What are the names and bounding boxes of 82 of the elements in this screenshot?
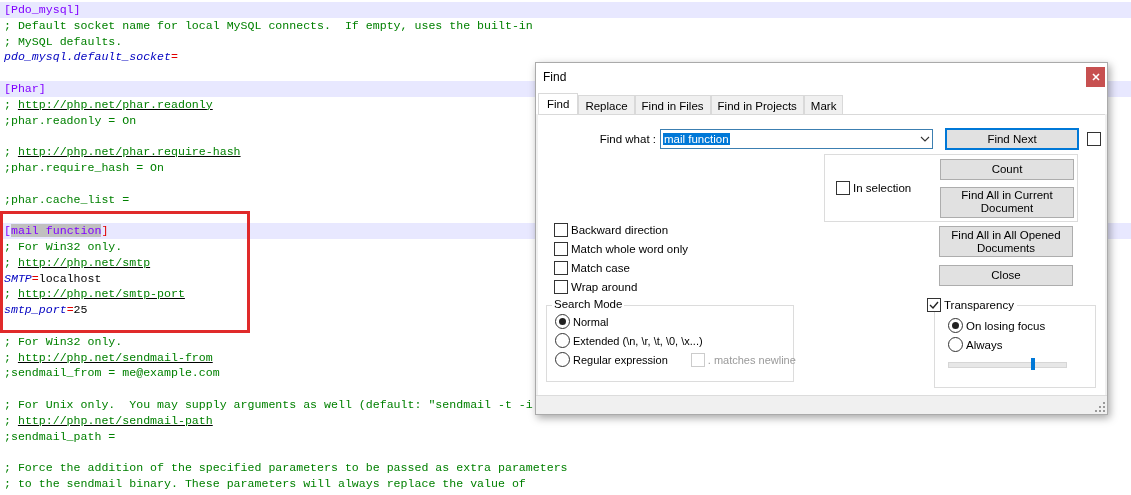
code-comment: ;phar.require_hash = On [4,160,165,174]
equals-sign: = [66,303,74,317]
checkbox-label: Match whole word only [571,243,688,255]
checkbox-label: Wrap around [571,281,638,293]
section-header: [ [4,224,11,238]
group-title: Search Mode [552,298,625,310]
window-title: Find [543,70,567,84]
code-comment: ;phar.readonly = On [4,113,137,127]
radio-label: On losing focus [966,319,1046,332]
tab[interactable]: Replace [578,95,635,114]
code-link[interactable]: http://php.net/phar.require-hash [17,145,241,159]
radio-button[interactable] [948,337,963,352]
search-combobox[interactable]: mail function [660,129,933,149]
code-comment: ; [4,255,12,269]
dialog-button[interactable]: Find All in All Opened Documents [939,226,1073,257]
radio-button[interactable] [948,318,963,333]
checkbox-label: Backward direction [571,224,669,236]
setting-value: 25 [73,303,88,317]
checkbox-label: Match case [571,262,630,274]
radio-label: Regular expression [573,353,668,366]
checkbox[interactable] [554,261,568,275]
slider-thumb[interactable] [1031,358,1036,370]
search-match: mail function [10,224,102,238]
dialog-button[interactable]: Close [939,265,1073,286]
code-comment: ; MySQL defaults. [4,34,123,48]
checkbox[interactable] [836,181,850,195]
tab[interactable]: Find [538,93,579,114]
code-comment: ; Force the addition of the specified parameters to be passed as extra parameters [4,461,568,475]
radio-button[interactable] [555,352,570,367]
checkbox[interactable] [1087,132,1101,146]
radio-button[interactable] [555,314,570,329]
code-comment: ; For Unix only. You may supply arguments as well (default: "sendmail -t -i [4,397,533,411]
field-label: Find what : [598,133,657,145]
code-comment: ; For Win32 only. [4,334,123,348]
code-comment: ; [4,287,12,301]
code-link[interactable]: http://php.net/sendmail-path [17,413,213,427]
radio-label: Always [966,338,1003,351]
code-comment: ; [4,413,12,427]
dialog-button[interactable]: Find All in Current Document [940,186,1074,218]
code-comment: ; to the sendmail binary. These parameters will always replace the value of [4,476,526,490]
code-link[interactable]: http://php.net/smtp [17,255,151,269]
setting-key: smtp_port [4,303,67,317]
checkbox[interactable] [554,242,568,256]
code-link[interactable]: http://php.net/sendmail-from [17,350,213,364]
checkbox[interactable] [554,280,568,294]
equals-sign: = [31,271,39,285]
code-comment: ; [4,145,12,159]
setting-key: SMTP [4,271,32,285]
resize-grip-icon[interactable] [1095,402,1105,412]
code-comment: ; [4,350,12,364]
code-comment: ; [4,97,12,111]
checkbox-label: In selection [853,182,912,194]
caret-icon [920,136,930,142]
checkbox-label: Transparency [944,299,1014,311]
radio-label: Extended (\n, \r, \t, \0, \x...) [573,334,703,347]
checkmark-icon [929,300,939,310]
tab[interactable]: Find in Projects [710,95,804,114]
checkbox[interactable] [554,223,568,237]
tab[interactable]: Find in Files [634,95,711,114]
find-next-button[interactable]: Find Next [945,128,1079,150]
code-comment: ;phar.cache_list = [4,192,130,206]
code-link[interactable]: http://php.net/phar.readonly [17,97,213,111]
checkbox-label: . matches newline [707,353,796,366]
radio-label: Normal [573,315,609,328]
close-button[interactable] [1086,67,1105,87]
section-header: [Phar] [4,82,46,95]
tab[interactable]: Mark [803,95,844,114]
setting-value: localhost [38,271,102,285]
code-comment: ;sendmail_from = me@example.com [4,366,220,380]
code-comment: ; Default socket name for local MySQL connects. If empty, uses the built-in [4,18,533,32]
selected-text: mail function [663,133,730,145]
dialog-button[interactable]: Count [940,158,1074,180]
equals-sign: = [171,50,178,64]
section-header: [Pdo_mysql] [4,3,81,16]
checkbox[interactable] [927,298,941,312]
code-comment: ; For Win32 only. [4,239,123,253]
code-link[interactable]: http://php.net/smtp-port [17,287,185,301]
radio-button[interactable] [555,333,570,348]
setting-key: pdo_mysql.default_socket [4,50,171,64]
bracket: ] [101,224,109,238]
code-comment: ;sendmail_path = [4,429,116,443]
close-icon [1091,73,1100,81]
